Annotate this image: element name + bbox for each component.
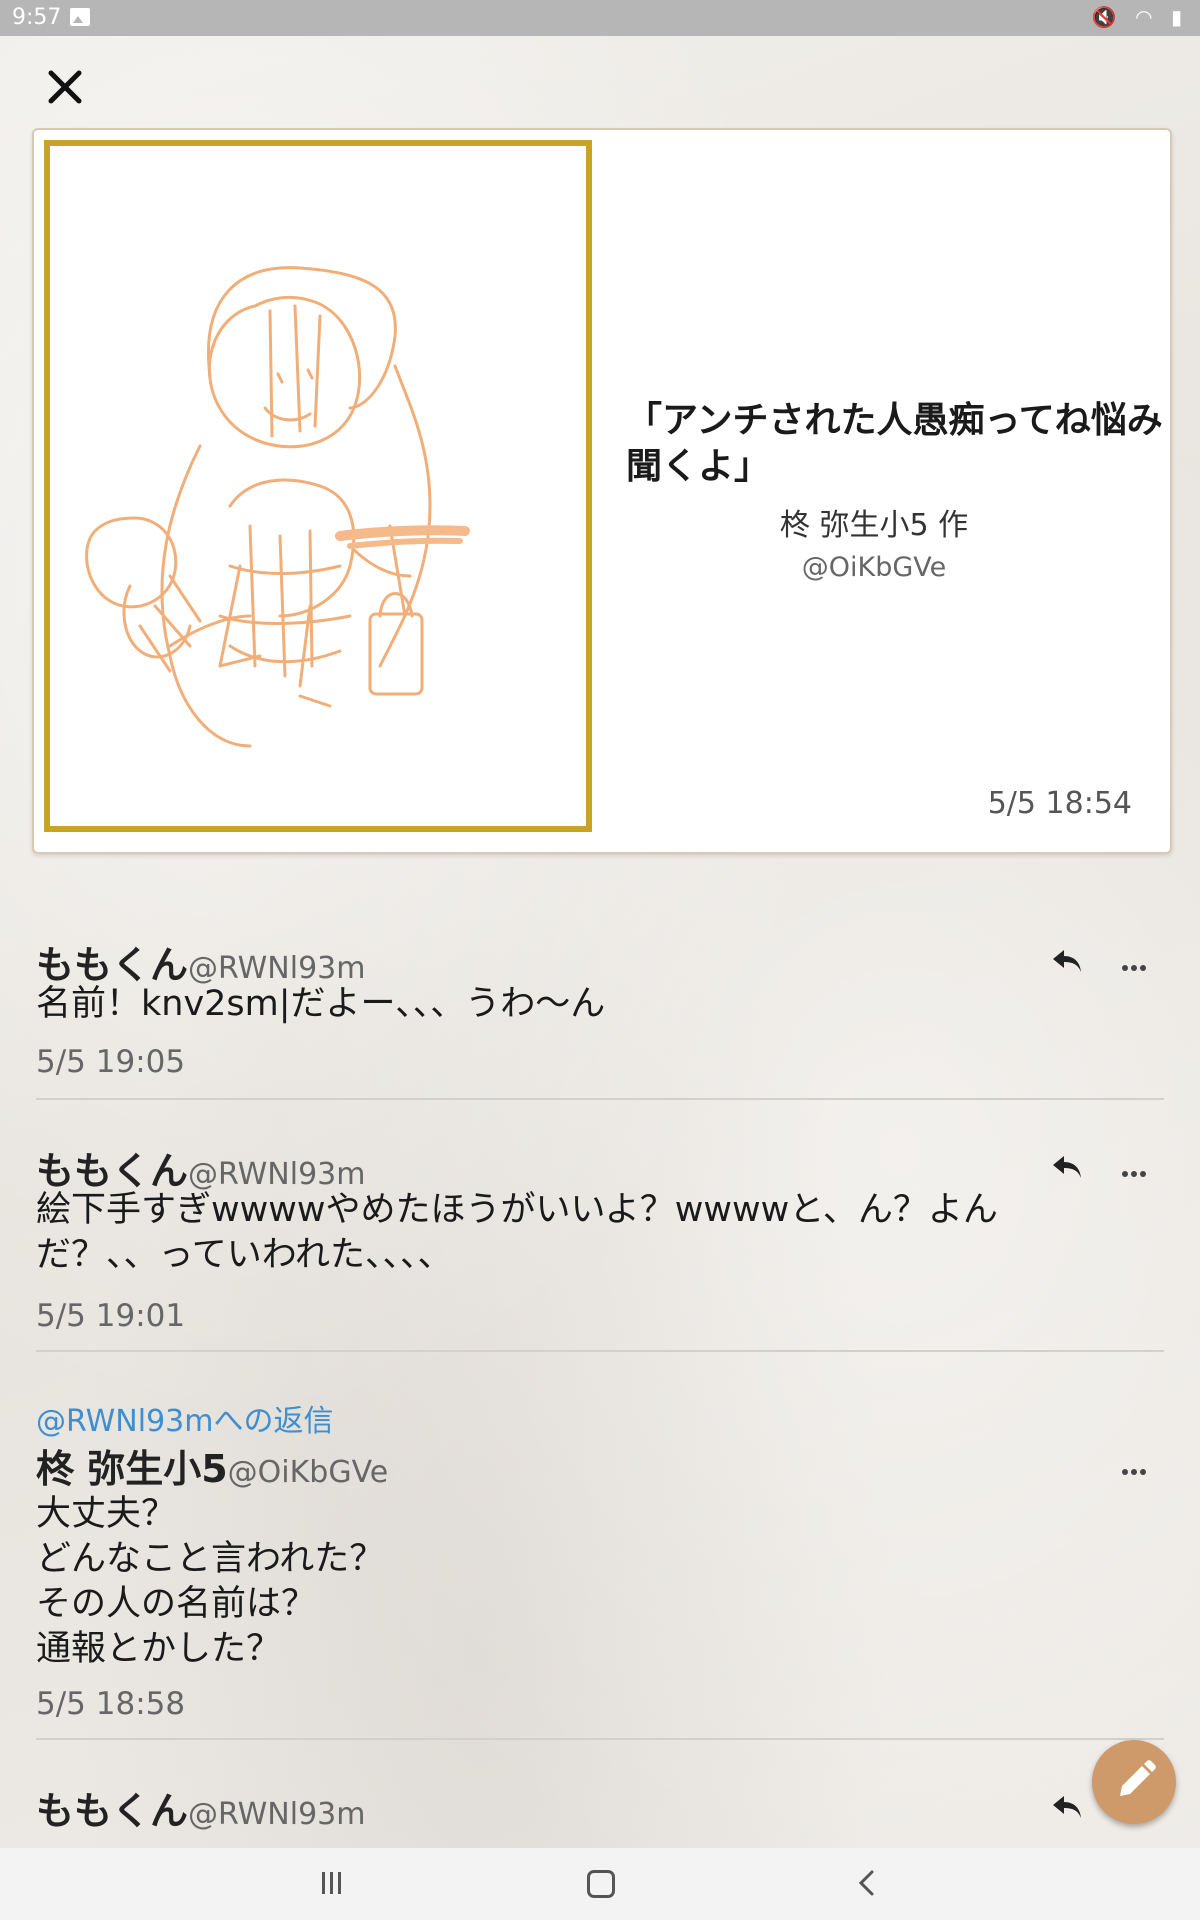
status-icons: 🔇 ◠ ▮ <box>1091 5 1188 29</box>
comment-item: ももくん@RWNl93m 名前！knv2sm|だよー、、、うわ〜ん 5/5 19… <box>36 930 1164 1100</box>
more-options-icon[interactable] <box>1122 956 1156 971</box>
comment-header: 柊 弥生小5@OiKbGVe <box>36 1438 389 1491</box>
back-chevron-icon <box>858 1870 874 1896</box>
comment-author-handle[interactable]: @RWNl93m <box>188 951 365 986</box>
comment-item: ももくん@RWNl93m <box>36 1776 1164 1848</box>
comment-date: 5/5 19:05 <box>36 1044 186 1080</box>
status-time: 9:57 <box>12 5 62 30</box>
comment-text: 絵下手すぎwwwwやめたほうがいいよ？wwwwと、ん？よんだ？、、っていわれた、… <box>36 1190 998 1275</box>
comment-author-name[interactable]: 柊 弥生小5 <box>36 1447 228 1491</box>
sketch-drawing <box>85 266 470 748</box>
comment-header: ももくん@RWNl93m <box>36 1780 365 1833</box>
comment-author-name[interactable]: ももくん <box>36 1149 188 1193</box>
comment-date: 5/5 18:58 <box>36 1686 186 1722</box>
comment-author-name[interactable]: ももくん <box>36 943 188 987</box>
comment-text: 大丈夫？ どんなこと言われた？ その人の名前は？ 通報とかした？ <box>36 1492 1096 1672</box>
comment-line: 通報とかした？ <box>36 1629 282 1669</box>
comment-author-handle[interactable]: @RWNl93m <box>188 1157 365 1192</box>
post-date: 5/5 18:54 <box>987 786 1132 821</box>
comment-header: ももくん@RWNl93m <box>36 934 365 987</box>
more-options-icon[interactable] <box>1122 1162 1156 1177</box>
recents-button[interactable] <box>322 1872 346 1894</box>
artwork-image[interactable] <box>44 140 592 832</box>
comment-header: ももくん@RWNl93m <box>36 1140 365 1193</box>
home-button[interactable] <box>587 1870 615 1898</box>
comment-item: @RWNl93mへの返信 柊 弥生小5@OiKbGVe 大丈夫？ どんなこと言わ… <box>36 1390 1164 1740</box>
comment-line: どんなこと言われた？ <box>36 1539 385 1579</box>
compose-button[interactable] <box>1092 1740 1176 1824</box>
post-author[interactable]: 柊 弥生小5 作 <box>624 500 1124 544</box>
system-navigation-bar <box>0 1848 1200 1920</box>
reply-to-link[interactable]: @RWNl93mへの返信 <box>36 1396 333 1440</box>
back-button[interactable] <box>852 1866 882 1909</box>
reply-icon[interactable] <box>1050 946 1084 976</box>
comment-author-handle[interactable]: @OiKbGVe <box>228 1455 389 1490</box>
comment-author-name[interactable]: ももくん <box>36 1789 188 1833</box>
post-handle[interactable]: @OiKbGVe <box>624 552 1124 583</box>
post-title: 「アンチされた人愚痴ってね悩み聞くよ」 <box>626 400 1163 487</box>
reply-icon[interactable] <box>1050 1152 1084 1182</box>
status-bar: 9:57 🔇 ◠ ▮ <box>0 0 1200 36</box>
reply-icon[interactable] <box>1050 1792 1084 1822</box>
comment-line: 大丈夫？ <box>36 1494 177 1534</box>
close-button[interactable] <box>40 62 90 112</box>
comment-date: 5/5 19:01 <box>36 1298 186 1334</box>
comment-text: 名前！knv2sm|だよー、、、うわ〜ん <box>36 984 606 1024</box>
comment-author-handle[interactable]: @RWNl93m <box>188 1797 365 1832</box>
comment-item: ももくん@RWNl93m 絵下手すぎwwwwやめたほうがいいよ？wwwwと、ん？… <box>36 1136 1164 1352</box>
close-icon <box>48 70 82 104</box>
gallery-notification-icon <box>70 8 90 26</box>
comment-line: その人の名前は？ <box>36 1584 317 1624</box>
post-card[interactable]: 「アンチされた人愚痴ってね悩み聞くよ」 柊 弥生小5 作 @OiKbGVe 5/… <box>32 128 1172 854</box>
more-options-icon[interactable] <box>1122 1460 1156 1475</box>
pencil-icon <box>1120 1760 1156 1796</box>
